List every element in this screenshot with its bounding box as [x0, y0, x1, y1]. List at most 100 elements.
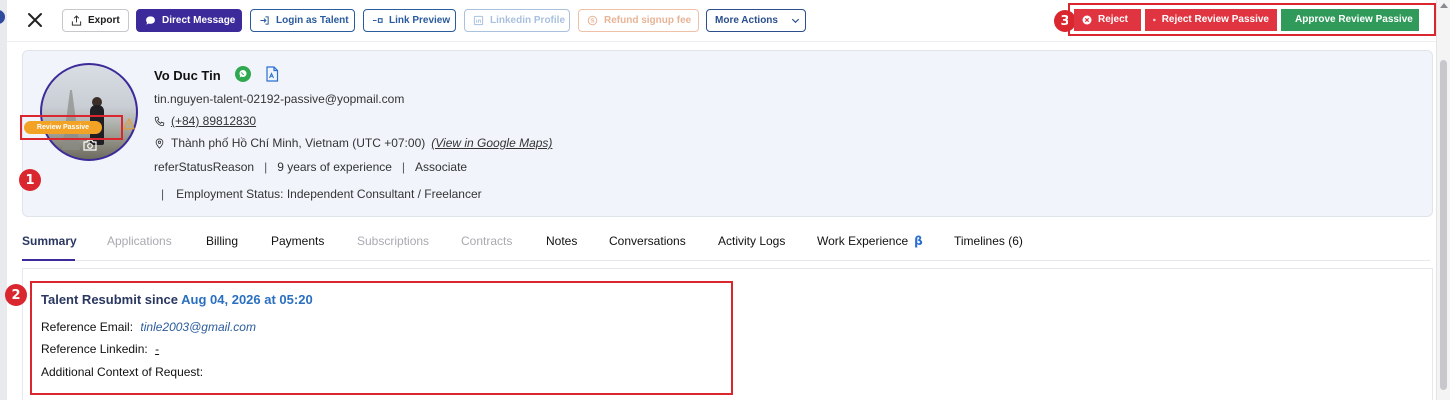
- export-label: Export: [88, 15, 120, 26]
- tab-payments[interactable]: Payments: [271, 234, 324, 248]
- chevron-down-icon: [791, 18, 800, 24]
- reference-email-row: Reference Email: tinle2003@gmail.com: [41, 320, 256, 334]
- talent-resubmit-panel: Talent Resubmit since Aug 04, 2026 at 05…: [30, 281, 733, 395]
- tab-billing-label: Billing: [206, 234, 239, 248]
- link-preview-label: Link Preview: [389, 15, 451, 26]
- review-actions-group: Reject Reject Review Passive Approve Rev…: [1068, 3, 1436, 36]
- talent-phone: (+84) 89812830: [154, 114, 256, 128]
- linkedin-profile-label: Linkedin Profile: [490, 15, 566, 26]
- tab-applications-label: Applications: [107, 234, 172, 248]
- refund-icon: [587, 15, 598, 26]
- linkedin-profile-button[interactable]: Linkedin Profile: [464, 9, 570, 32]
- talent-location: Thành phố Hồ Chí Minh, Vietnam (UTC +07:…: [154, 136, 552, 150]
- camera-icon[interactable]: [82, 138, 98, 152]
- employment-status-text: Employment Status: Independent Consultan…: [176, 187, 482, 201]
- talent-meta: referStatusReason | 9 years of experienc…: [154, 160, 467, 174]
- x-circle-icon: [1153, 18, 1156, 21]
- scrollbar-thumb[interactable]: [1440, 60, 1447, 390]
- linkedin-icon: [473, 15, 484, 26]
- tab-subscriptions-label: Subscriptions: [357, 234, 430, 248]
- reference-email-label: Reference Email:: [41, 320, 134, 334]
- seniority-level: Associate: [415, 160, 468, 174]
- login-icon: [260, 16, 269, 25]
- scroll-up-arrow-icon[interactable]: [1440, 3, 1448, 8]
- tab-work-experience-label: Work Experience: [817, 234, 909, 248]
- link-preview-button[interactable]: Link Preview: [363, 9, 456, 32]
- reference-email-value[interactable]: tinle2003@gmail.com: [140, 320, 256, 334]
- edge-indicator: [0, 10, 5, 24]
- reject-button[interactable]: Reject: [1074, 8, 1141, 31]
- tab-notes-label: Notes: [546, 234, 578, 248]
- phone-icon: [154, 116, 165, 126]
- x-circle-icon: [1082, 15, 1092, 24]
- reject-label: Reject: [1098, 14, 1129, 25]
- talent-profile-card: Vo Duc Tin tin.nguyen-talent-02192-passi…: [22, 50, 1433, 217]
- annotation-badge-2: 2: [5, 284, 27, 306]
- approve-review-passive-button[interactable]: Approve Review Passive: [1281, 8, 1419, 31]
- login-as-talent-label: Login as Talent: [276, 15, 349, 26]
- vertical-scrollbar[interactable]: [1436, 0, 1450, 400]
- tab-timelines[interactable]: Timelines (6): [954, 234, 1023, 248]
- tab-conversations-label: Conversations: [609, 234, 686, 248]
- meta-divider: |: [401, 160, 406, 174]
- reject-review-passive-button[interactable]: Reject Review Passive: [1145, 8, 1277, 31]
- tab-payments-label: Payments: [271, 234, 325, 248]
- tab-summary[interactable]: Summary: [22, 234, 77, 248]
- more-actions-label: More Actions: [715, 15, 778, 26]
- years-of-experience: 9 years of experience: [277, 160, 392, 174]
- direct-message-button[interactable]: Direct Message: [136, 9, 242, 32]
- tab-activity-logs[interactable]: Activity Logs: [718, 234, 785, 248]
- reference-linkedin-label: Reference Linkedin:: [41, 342, 148, 356]
- talent-phone-link[interactable]: (+84) 89812830: [171, 114, 256, 128]
- export-icon: [71, 15, 82, 26]
- tab-activity-logs-label: Activity Logs: [718, 234, 786, 248]
- talent-name: Vo Duc Tin: [154, 68, 221, 83]
- link-icon: [372, 18, 383, 23]
- resubmit-title: Talent Resubmit since Aug 04, 2026 at 05…: [41, 292, 313, 307]
- view-in-google-maps-link[interactable]: (View in Google Maps): [431, 136, 552, 150]
- additional-context-label: Additional Context of Request:: [41, 365, 204, 379]
- document-icon[interactable]: [265, 66, 279, 82]
- status-badge: Review Passive: [24, 121, 102, 134]
- tab-subscriptions[interactable]: Subscriptions: [357, 234, 429, 248]
- warning-icon[interactable]: [123, 118, 135, 130]
- tab-conversations[interactable]: Conversations: [609, 234, 686, 248]
- meta-divider: |: [161, 187, 165, 201]
- tab-billing[interactable]: Billing: [206, 234, 238, 248]
- meta-divider: |: [264, 160, 268, 174]
- additional-context-row: Additional Context of Request:: [41, 365, 203, 379]
- close-button[interactable]: [25, 9, 45, 31]
- approve-review-passive-label: Approve Review Passive: [1295, 14, 1413, 25]
- whatsapp-icon[interactable]: [234, 65, 252, 83]
- login-as-talent-button[interactable]: Login as Talent: [250, 9, 355, 32]
- refund-signup-fee-label: Refund signup fee: [604, 15, 692, 26]
- talent-location-text: Thành phố Hồ Chí Minh, Vietnam (UTC +07:…: [171, 136, 426, 150]
- reference-linkedin-value[interactable]: -: [155, 342, 159, 356]
- employment-status: | Employment Status: Independent Consult…: [161, 187, 482, 201]
- tab-contracts[interactable]: Contracts: [461, 234, 512, 248]
- location-pin-icon: [155, 138, 164, 149]
- reject-review-passive-label: Reject Review Passive: [1161, 14, 1269, 25]
- tab-applications[interactable]: Applications: [107, 234, 172, 248]
- avatar[interactable]: [40, 63, 138, 161]
- beta-badge: β: [914, 234, 923, 248]
- tab-timelines-label: Timelines (6): [954, 234, 1023, 248]
- status-badge-highlight: Review Passive: [20, 115, 123, 140]
- tab-summary-label: Summary: [22, 234, 77, 248]
- refund-signup-fee-button[interactable]: Refund signup fee: [578, 9, 699, 32]
- refer-status-reason: referStatusReason: [154, 160, 255, 174]
- talent-email: tin.nguyen-talent-02192-passive@yopmail.…: [154, 92, 404, 106]
- tab-contracts-label: Contracts: [461, 234, 513, 248]
- talent-email-text: tin.nguyen-talent-02192-passive@yopmail.…: [154, 92, 405, 106]
- more-actions-dropdown[interactable]: More Actions: [706, 9, 806, 32]
- reference-linkedin-row: Reference Linkedin: -: [41, 342, 159, 356]
- export-button[interactable]: Export: [62, 9, 129, 32]
- tab-work-experience[interactable]: Work Experience β: [817, 234, 923, 248]
- resubmit-date: Aug 04, 2026 at 05:20: [181, 292, 313, 307]
- direct-message-label: Direct Message: [162, 15, 236, 26]
- tab-notes[interactable]: Notes: [546, 234, 577, 248]
- resubmit-title-prefix: Talent Resubmit since: [41, 292, 179, 307]
- profile-tabs: Summary Applications Billing Payments Su…: [22, 224, 1430, 261]
- active-tab-indicator: [22, 259, 75, 261]
- close-icon: [28, 13, 42, 27]
